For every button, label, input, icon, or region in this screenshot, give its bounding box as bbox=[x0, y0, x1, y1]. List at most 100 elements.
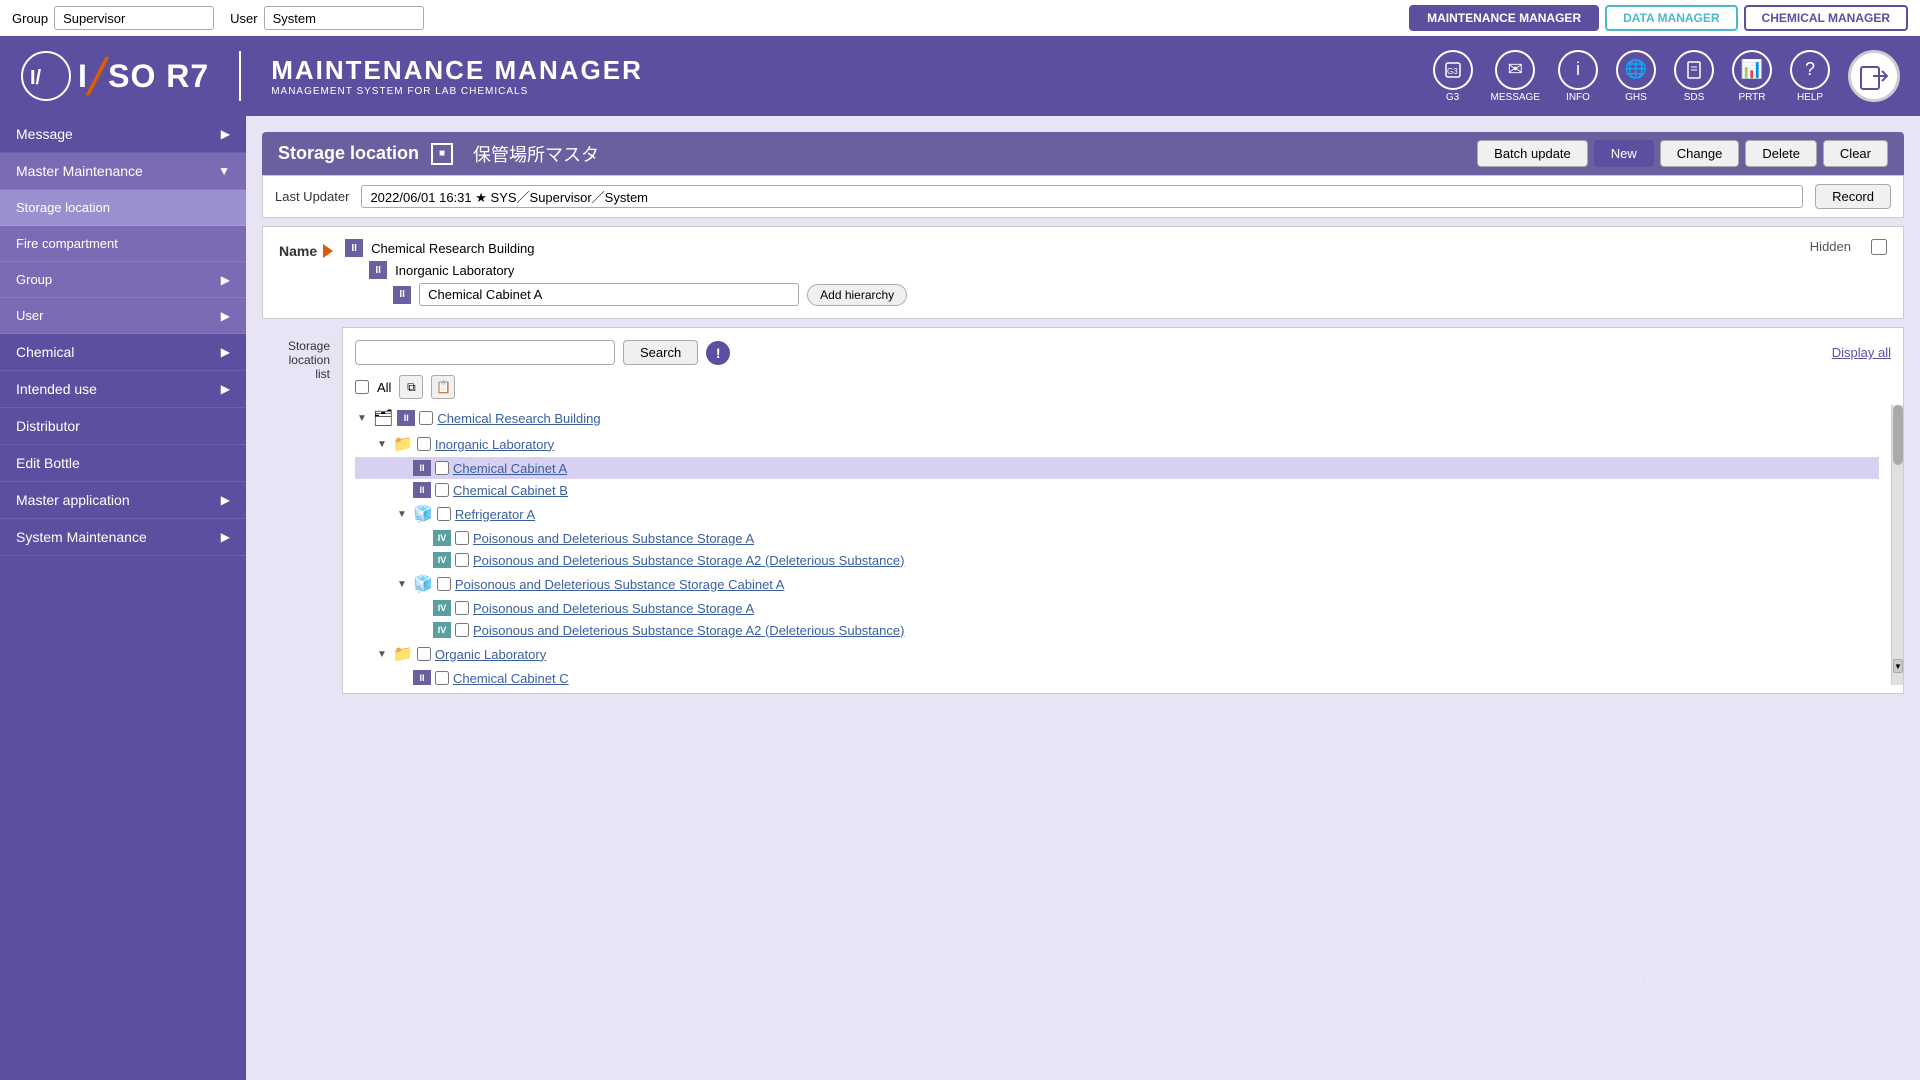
g3-btn[interactable]: G3 G3 bbox=[1433, 50, 1473, 103]
page-actions: Batch update New Change Delete Clear bbox=[1477, 140, 1888, 167]
maintenance-manager-btn[interactable]: MAINTENANCE MANAGER bbox=[1409, 5, 1599, 31]
tree-node-pdssca-a[interactable]: IV Poisonous and Deleterious Substance S… bbox=[355, 597, 1879, 619]
sidebar: Message ▶ Master Maintenance ▼ Storage l… bbox=[0, 116, 246, 1080]
tree-node-pdssa[interactable]: IV Poisonous and Deleterious Substance S… bbox=[355, 527, 1879, 549]
help-btn[interactable]: ? HELP bbox=[1790, 50, 1830, 103]
cb-pdssca[interactable] bbox=[437, 577, 451, 591]
sidebar-label-storage-location: Storage location bbox=[16, 200, 110, 215]
sidebar-item-chemical[interactable]: Chemical ▶ bbox=[0, 334, 246, 371]
app-sub: MANAGEMENT SYSTEM FOR LAB CHEMICALS bbox=[271, 86, 643, 97]
tree-node-ol[interactable]: ▼ 📁 Organic Laboratory bbox=[355, 641, 1879, 667]
scrollbar-thumb[interactable] bbox=[1893, 405, 1903, 465]
message-btn[interactable]: ✉ MESSAGE bbox=[1491, 50, 1540, 103]
group-input[interactable] bbox=[54, 6, 214, 30]
tree-node-ra[interactable]: ▼ 🧊 Refrigerator A bbox=[355, 501, 1879, 527]
cb-il[interactable] bbox=[417, 437, 431, 451]
top-bar: Group User MAINTENANCE MANAGER DATA MANA… bbox=[0, 0, 1920, 36]
info-btn[interactable]: i INFO bbox=[1558, 50, 1598, 103]
cb-ra[interactable] bbox=[437, 507, 451, 521]
copy-btn[interactable]: ⧉ bbox=[399, 375, 423, 399]
main-content: Storage location ■ 保管場所マスタ Batch update … bbox=[246, 116, 1920, 1080]
cb-ccc[interactable] bbox=[435, 671, 449, 685]
level3-icon: II bbox=[393, 286, 411, 304]
sidebar-item-message[interactable]: Message ▶ bbox=[0, 116, 246, 153]
select-all-checkbox[interactable] bbox=[355, 380, 369, 394]
display-all-link[interactable]: Display all bbox=[1832, 345, 1891, 360]
sidebar-item-user[interactable]: User ▶ bbox=[0, 298, 246, 334]
sds-icon bbox=[1674, 50, 1714, 90]
cb-ol[interactable] bbox=[417, 647, 431, 661]
tree-node-il[interactable]: ▼ 📁 Inorganic Laboratory bbox=[355, 431, 1879, 457]
tree-node-pdssa2[interactable]: IV Poisonous and Deleterious Substance S… bbox=[355, 549, 1879, 571]
sidebar-item-system-maintenance[interactable]: System Maintenance ▶ bbox=[0, 519, 246, 556]
cb-pdssca-a[interactable] bbox=[455, 601, 469, 615]
sidebar-item-fire-compartment[interactable]: Fire compartment bbox=[0, 226, 246, 262]
search-btn[interactable]: Search bbox=[623, 340, 698, 365]
sidebar-item-edit-bottle[interactable]: Edit Bottle bbox=[0, 445, 246, 482]
chevron-right-icon-3: ▶ bbox=[221, 309, 230, 323]
sidebar-label-system-maintenance: System Maintenance bbox=[16, 529, 147, 545]
cb-pdssa2[interactable] bbox=[455, 553, 469, 567]
user-input[interactable] bbox=[264, 6, 424, 30]
batch-update-btn[interactable]: Batch update bbox=[1477, 140, 1588, 167]
exit-btn[interactable] bbox=[1848, 50, 1900, 102]
storage-list-label-area: Storage locationlist bbox=[262, 327, 342, 694]
cb-ccb[interactable] bbox=[435, 483, 449, 497]
clear-btn[interactable]: Clear bbox=[1823, 140, 1888, 167]
sidebar-item-storage-location[interactable]: Storage location bbox=[0, 190, 246, 226]
tree-node-pdssca-a2[interactable]: IV Poisonous and Deleterious Substance S… bbox=[355, 619, 1879, 641]
tree-node-crb[interactable]: ▼ 🗂 II Chemical Research Building bbox=[355, 405, 1879, 431]
sidebar-item-master-application[interactable]: Master application ▶ bbox=[0, 482, 246, 519]
paste-btn[interactable]: 📋 bbox=[431, 375, 455, 399]
user-label: User bbox=[230, 11, 257, 26]
sidebar-item-master-maintenance[interactable]: Master Maintenance ▼ bbox=[0, 153, 246, 190]
tree-node-cca[interactable]: II Chemical Cabinet A bbox=[355, 457, 1879, 479]
scrollbar-track[interactable]: ▼ bbox=[1891, 405, 1903, 685]
search-input[interactable] bbox=[355, 340, 615, 365]
type-crb-icon: II bbox=[397, 410, 415, 426]
data-manager-btn[interactable]: DATA MANAGER bbox=[1605, 5, 1737, 31]
cb-crb[interactable] bbox=[419, 411, 433, 425]
tree-section: Search ! Display all All ⧉ 📋 ▼ bbox=[342, 327, 1904, 694]
chevron-right-icon-4: ▶ bbox=[221, 345, 230, 359]
cb-cca[interactable] bbox=[435, 461, 449, 475]
svg-text:G3: G3 bbox=[1447, 67, 1458, 76]
group-label: Group bbox=[12, 11, 48, 26]
cb-pdssca-a2[interactable] bbox=[455, 623, 469, 637]
hidden-checkbox[interactable] bbox=[1871, 239, 1887, 255]
sidebar-label-group: Group bbox=[16, 272, 52, 287]
delete-btn[interactable]: Delete bbox=[1745, 140, 1817, 167]
label-ol: Organic Laboratory bbox=[435, 647, 546, 662]
sidebar-item-group[interactable]: Group ▶ bbox=[0, 262, 246, 298]
sidebar-item-intended-use[interactable]: Intended use ▶ bbox=[0, 371, 246, 408]
label-ccc: Chemical Cabinet C bbox=[453, 671, 569, 686]
type-pdssa2-icon: IV bbox=[433, 552, 451, 568]
tree-node-ccb[interactable]: II Chemical Cabinet B bbox=[355, 479, 1879, 501]
ghs-label: GHS bbox=[1625, 92, 1647, 103]
level3-input[interactable] bbox=[419, 283, 799, 306]
last-updater-input[interactable] bbox=[361, 185, 1803, 208]
nav-buttons: MAINTENANCE MANAGER DATA MANAGER CHEMICA… bbox=[1409, 5, 1908, 31]
sds-btn[interactable]: SDS bbox=[1674, 50, 1714, 103]
chemical-manager-btn[interactable]: CHEMICAL MANAGER bbox=[1744, 5, 1908, 31]
app-title: MAINTENANCE MANAGER bbox=[271, 55, 643, 86]
ghs-btn[interactable]: 🌐 GHS bbox=[1616, 50, 1656, 103]
expand-pdssca-a-icon bbox=[415, 601, 429, 615]
label-crb: Chemical Research Building bbox=[437, 411, 600, 426]
change-btn[interactable]: Change bbox=[1660, 140, 1740, 167]
prtr-btn[interactable]: 📊 PRTR bbox=[1732, 50, 1772, 103]
label-pdssa: Poisonous and Deleterious Substance Stor… bbox=[473, 531, 754, 546]
record-btn[interactable]: Record bbox=[1815, 184, 1891, 209]
tree-node-pdssca[interactable]: ▼ 🧊 Poisonous and Deleterious Substance … bbox=[355, 571, 1879, 597]
sidebar-item-distributor[interactable]: Distributor bbox=[0, 408, 246, 445]
help-icon: ? bbox=[1790, 50, 1830, 90]
logo-text: I╱SO R7 bbox=[78, 57, 209, 95]
sidebar-label-user: User bbox=[16, 308, 43, 323]
type-pdssca-a-icon: IV bbox=[433, 600, 451, 616]
all-label: All bbox=[377, 380, 391, 395]
tree-node-ccc[interactable]: II Chemical Cabinet C bbox=[355, 667, 1879, 685]
scroll-down-btn[interactable]: ▼ bbox=[1893, 659, 1903, 673]
new-btn[interactable]: New bbox=[1594, 140, 1654, 167]
cb-pdssa[interactable] bbox=[455, 531, 469, 545]
add-hierarchy-btn[interactable]: Add hierarchy bbox=[807, 284, 907, 306]
